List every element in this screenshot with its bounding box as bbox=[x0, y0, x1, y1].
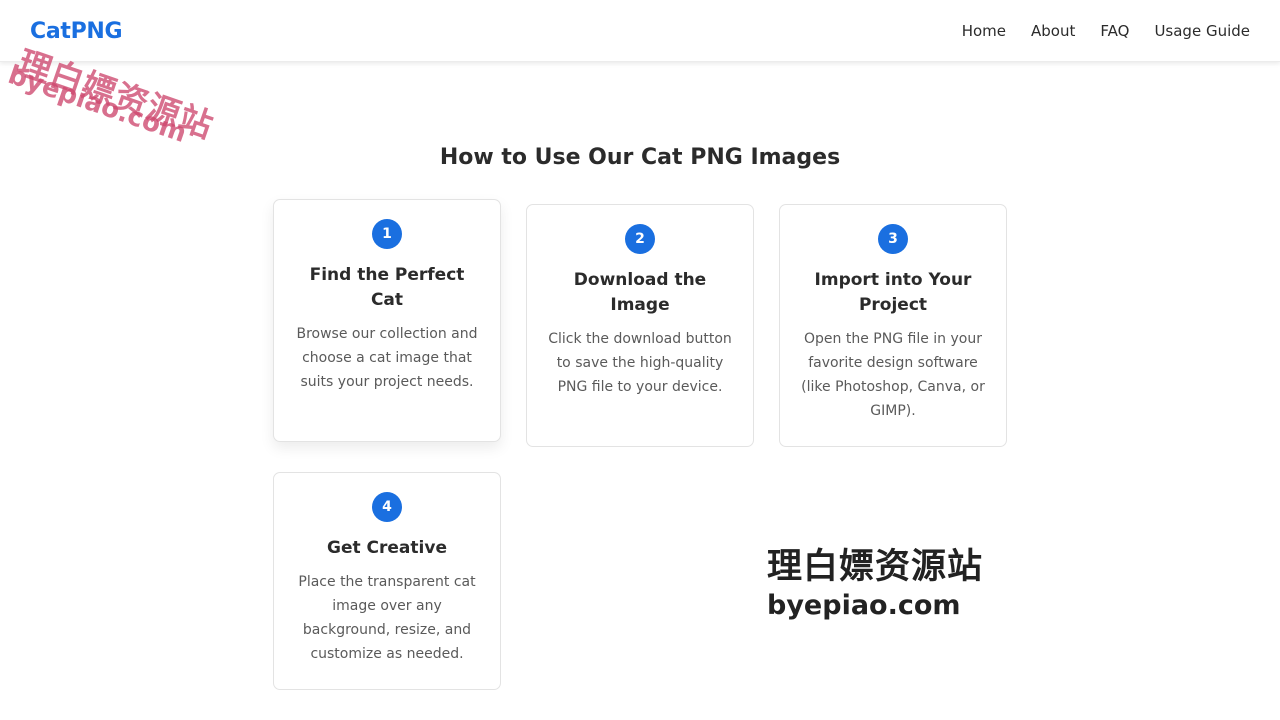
step-number-badge: 3 bbox=[878, 224, 908, 254]
step-number-badge: 1 bbox=[372, 219, 402, 249]
nav-link-faq[interactable]: FAQ bbox=[1100, 22, 1129, 40]
step-title: Get Creative bbox=[327, 538, 447, 558]
watermark-en-bottom: byepiao.com bbox=[767, 590, 961, 621]
section-title: How to Use Our Cat PNG Images bbox=[439, 145, 841, 170]
nav-link-about[interactable]: About bbox=[1031, 22, 1075, 40]
step-card-1: 1 Find the Perfect Cat Browse our collec… bbox=[273, 199, 501, 442]
step-card-4: 4 Get Creative Place the transparent cat… bbox=[273, 472, 501, 690]
step-title: Find the Perfect Cat bbox=[309, 265, 465, 310]
nav-link-home[interactable]: Home bbox=[962, 22, 1006, 40]
step-number-badge: 4 bbox=[372, 492, 402, 522]
nav-links: Home About FAQ Usage Guide bbox=[962, 22, 1250, 40]
step-number-badge: 2 bbox=[625, 224, 655, 254]
step-description: Browse our collection and choose a cat i… bbox=[296, 326, 478, 390]
step-card-3: 3 Import into Your Project Open the PNG … bbox=[779, 204, 1007, 447]
step-description: Open the PNG file in your favorite desig… bbox=[801, 331, 985, 419]
top-navbar: CatPNG Home About FAQ Usage Guide bbox=[0, 0, 1280, 62]
step-title: Import into Your Project bbox=[814, 270, 972, 315]
step-description: Place the transparent cat image over any… bbox=[298, 574, 476, 662]
step-title: Download the Image bbox=[573, 270, 707, 315]
step-description: Click the download button to save the hi… bbox=[548, 331, 732, 395]
nav-link-usage-guide[interactable]: Usage Guide bbox=[1154, 22, 1250, 40]
watermark-cn-bottom: 理白嫖资源站 bbox=[767, 547, 984, 587]
brand-logo-link[interactable]: CatPNG bbox=[30, 19, 123, 44]
step-card-2: 2 Download the Image Click the download … bbox=[526, 204, 754, 447]
